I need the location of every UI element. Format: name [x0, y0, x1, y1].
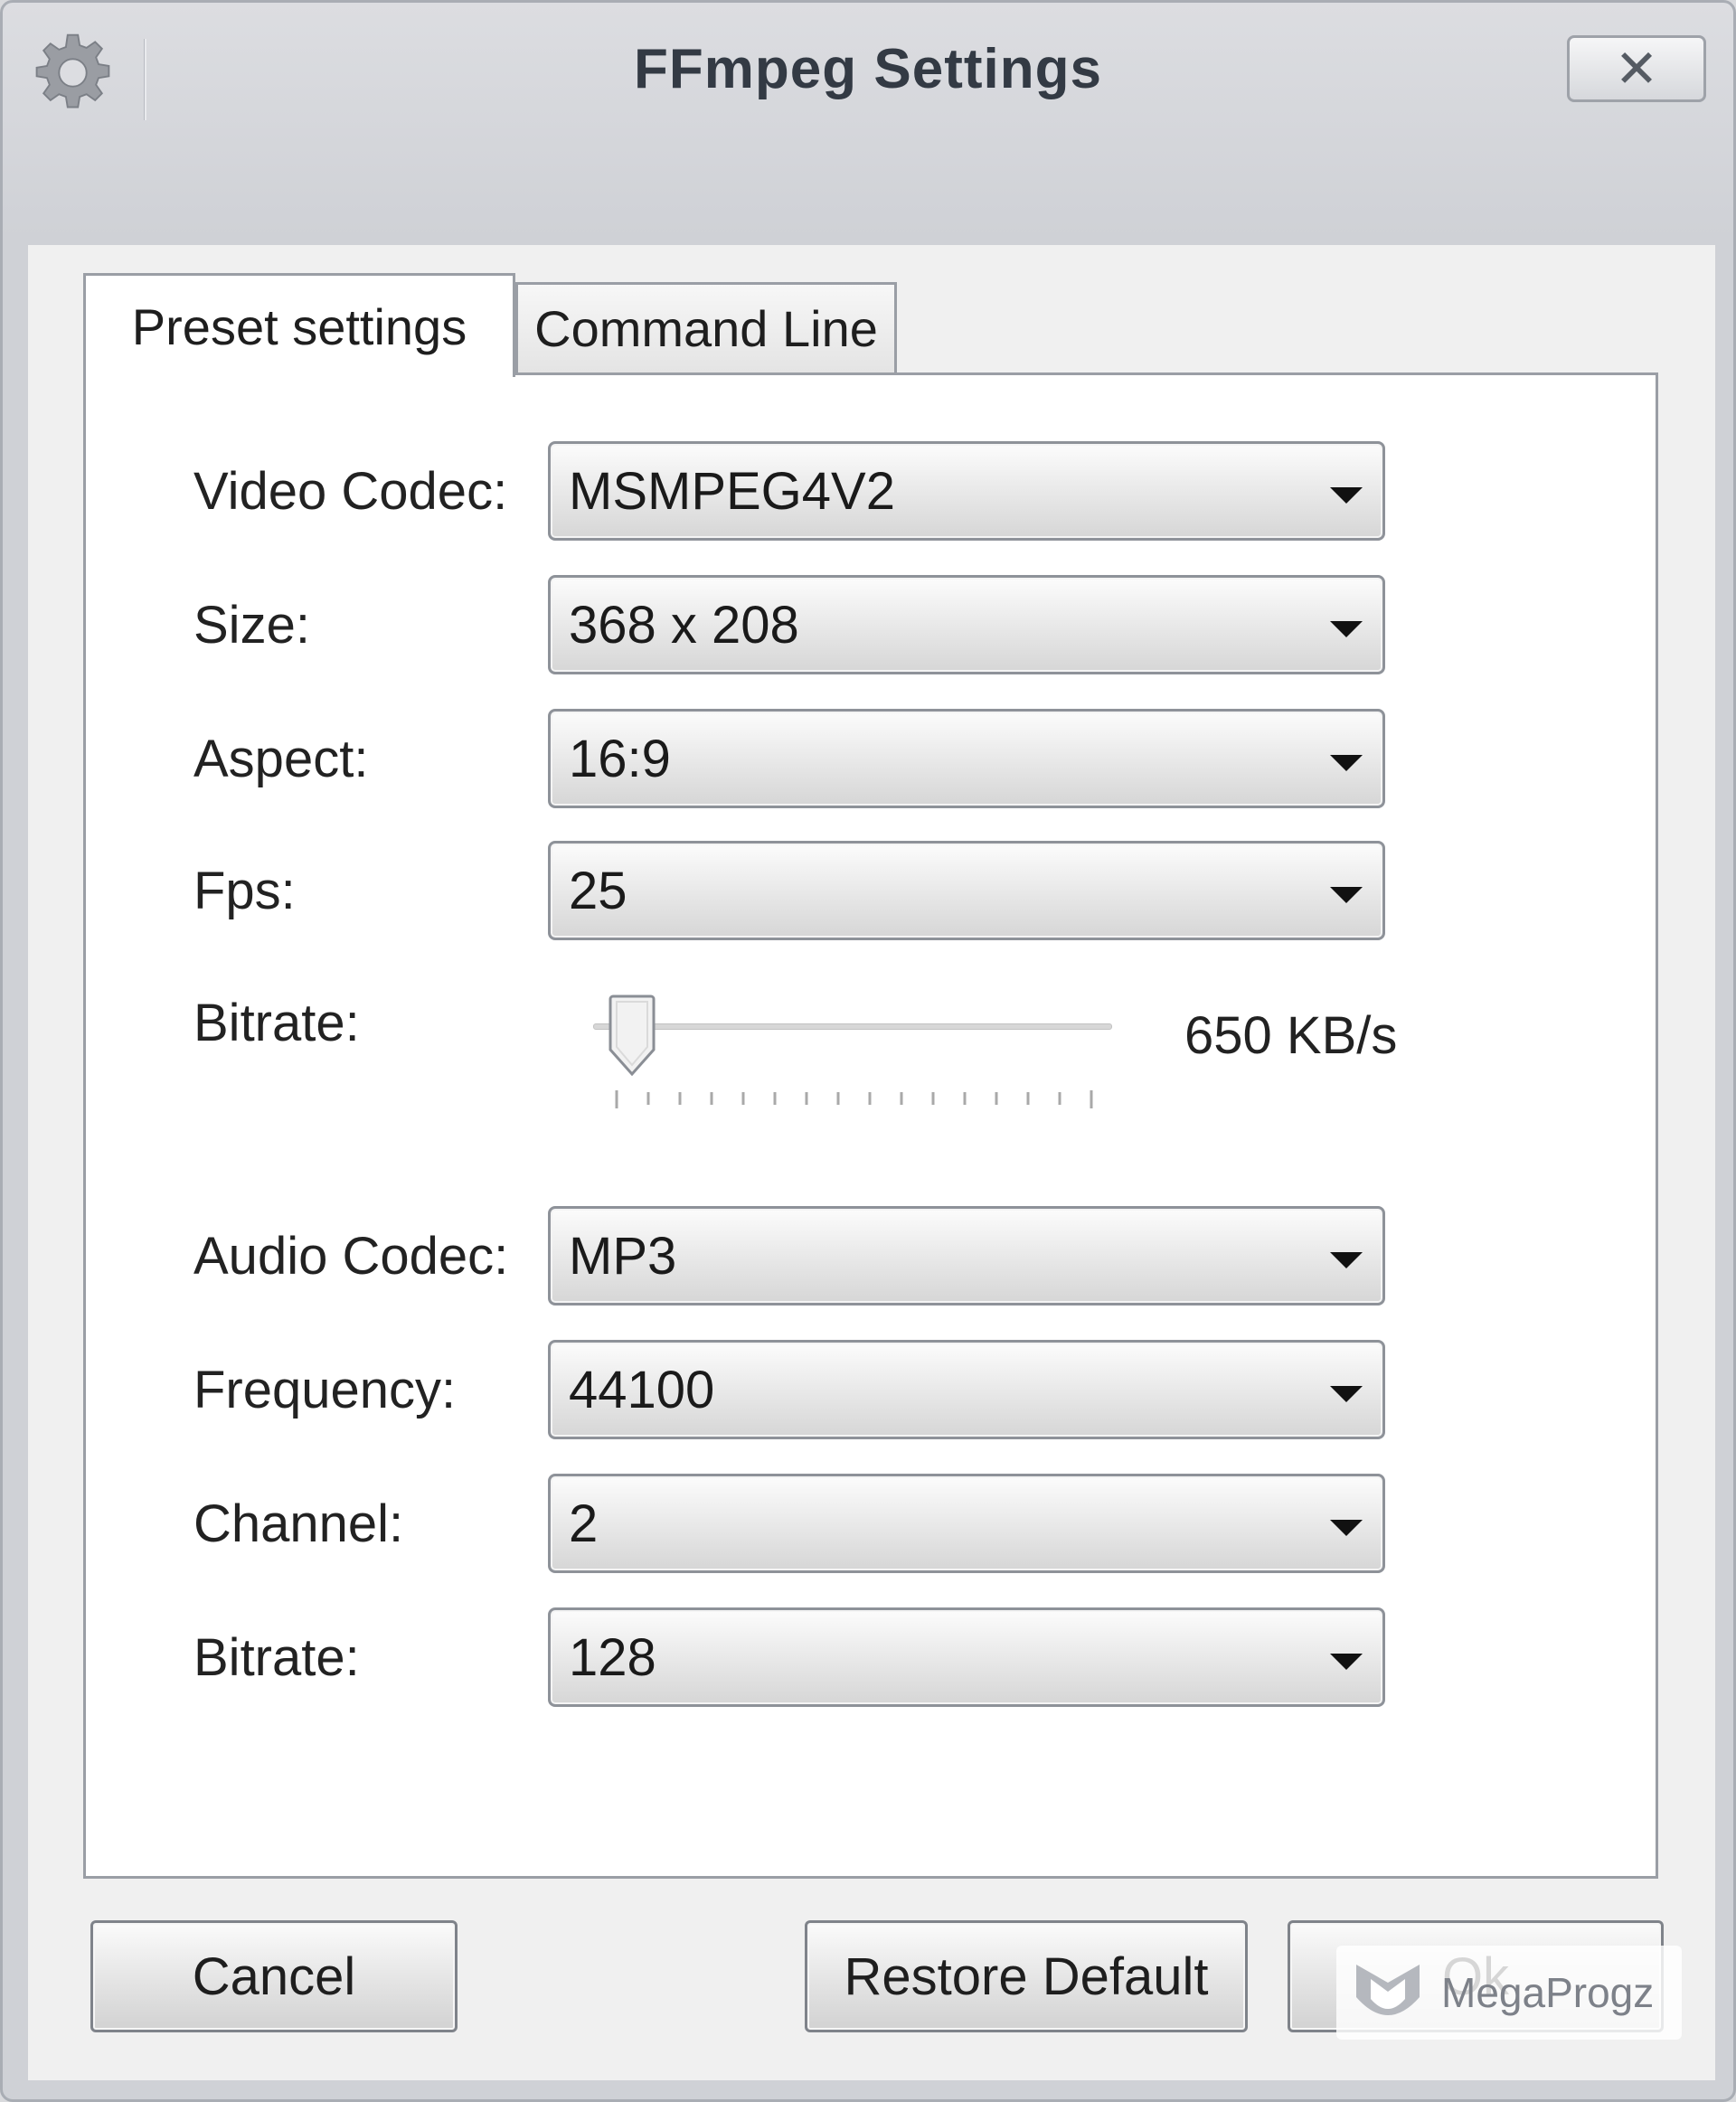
chevron-down-icon [1330, 1386, 1363, 1402]
cancel-button[interactable]: Cancel [90, 1920, 458, 2032]
video-codec-select[interactable]: MSMPEG4V2 [548, 441, 1385, 541]
tab-preset-settings[interactable]: Preset settings [83, 273, 515, 377]
close-icon: ✕ [1614, 40, 1659, 99]
aspect-value: 16:9 [569, 729, 671, 788]
audio-bitrate-select[interactable]: 128 [548, 1607, 1385, 1707]
video-bitrate-slider-ticks [615, 1090, 1093, 1108]
chevron-down-icon [1330, 1654, 1363, 1670]
chevron-down-icon [1330, 621, 1363, 637]
video-codec-value: MSMPEG4V2 [569, 461, 895, 521]
aspect-select[interactable]: 16:9 [548, 709, 1385, 808]
video-bitrate-slider-track[interactable] [593, 1023, 1112, 1030]
channel-value: 2 [569, 1494, 599, 1553]
video-bitrate-value: 650 KB/s [1184, 1005, 1398, 1065]
size-select[interactable]: 368 x 208 [548, 575, 1385, 674]
watermark: MegaProgz [1336, 1946, 1682, 2040]
window-title: FFmpeg Settings [634, 38, 1102, 100]
frequency-label: Frequency: [193, 1360, 457, 1419]
audio-bitrate-label: Bitrate: [193, 1627, 360, 1687]
frequency-select[interactable]: 44100 [548, 1340, 1385, 1439]
video-codec-label: Video Codec: [193, 461, 508, 521]
fps-label: Fps: [193, 861, 296, 920]
tab-label: Preset settings [131, 297, 467, 355]
restore-default-button[interactable]: Restore Default [805, 1920, 1248, 2032]
tab-command-line[interactable]: Command Line [515, 282, 897, 372]
watermark-text: MegaProgz [1441, 1969, 1655, 2016]
chevron-down-icon [1330, 1252, 1363, 1268]
chevron-down-icon [1330, 887, 1363, 903]
title-bar[interactable]: FFmpeg Settings ✕ [3, 3, 1733, 242]
audio-codec-label: Audio Codec: [193, 1226, 509, 1286]
chevron-down-icon [1330, 487, 1363, 504]
fps-value: 25 [569, 861, 627, 920]
channel-select[interactable]: 2 [548, 1474, 1385, 1573]
size-value: 368 x 208 [569, 595, 799, 655]
chevron-down-icon [1330, 755, 1363, 771]
audio-codec-value: MP3 [569, 1226, 677, 1286]
video-bitrate-label: Bitrate: [193, 993, 360, 1052]
size-label: Size: [193, 595, 310, 655]
video-bitrate-slider-thumb[interactable] [608, 993, 656, 1078]
aspect-label: Aspect: [193, 729, 369, 788]
close-button[interactable]: ✕ [1567, 35, 1706, 102]
chevron-down-icon [1330, 1520, 1363, 1536]
channel-label: Channel: [193, 1494, 404, 1553]
audio-codec-select[interactable]: MP3 [548, 1206, 1385, 1306]
audio-bitrate-value: 128 [569, 1627, 656, 1687]
frequency-value: 44100 [569, 1360, 715, 1419]
tab-label: Command Line [534, 300, 878, 357]
fps-select[interactable]: 25 [548, 841, 1385, 940]
megaprogz-logo-icon [1356, 1965, 1420, 2015]
